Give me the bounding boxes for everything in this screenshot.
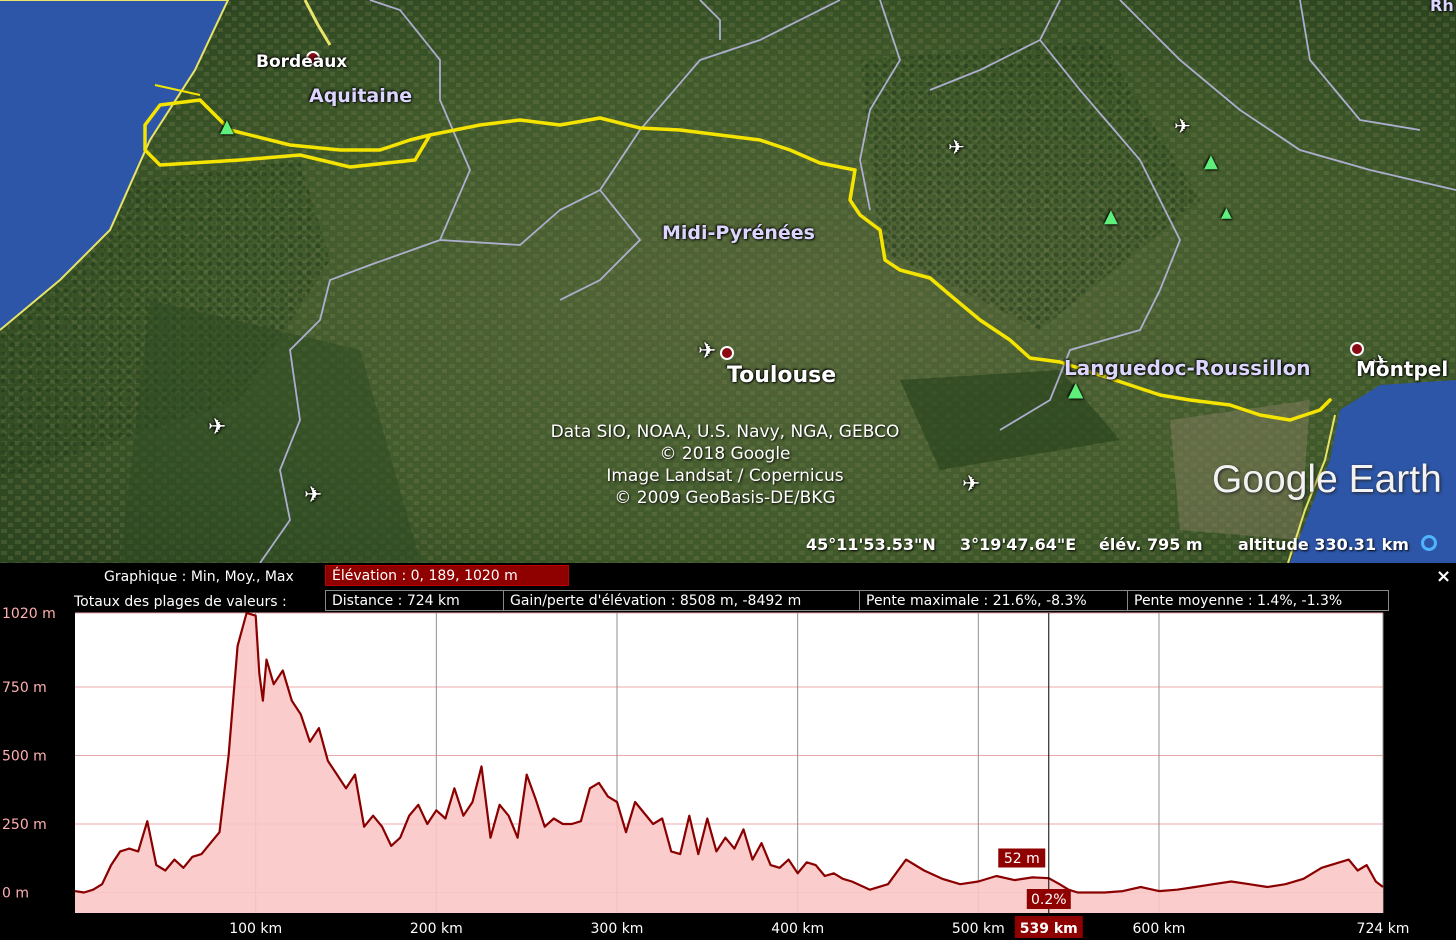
cursor-slope-label: 0.2%: [1031, 892, 1067, 908]
google-earth-logo: Google Earth: [1212, 458, 1442, 501]
label-corner[interactable]: Rh: [1430, 0, 1454, 15]
x-tick-label: 600 km: [1133, 921, 1186, 937]
cursor-elevation-label: 52 m: [1004, 851, 1040, 867]
x-tick-label: 400 km: [771, 921, 824, 937]
park-tree-icon[interactable]: ▲: [220, 116, 234, 137]
cursor-distance-label: 539 km: [1020, 921, 1078, 937]
park-tree-icon[interactable]: ▲: [1204, 151, 1218, 172]
x-tick-label: 500 km: [952, 921, 1005, 937]
label-languedoc-roussillon[interactable]: Languedoc-Roussillon: [1064, 356, 1311, 380]
status-latitude: 45°11'53.53"N: [806, 535, 936, 554]
city-dot-icon: [1350, 342, 1364, 356]
credit-line: © 2018 Google: [659, 444, 791, 464]
label-midi-pyrenees[interactable]: Midi-Pyrénées: [662, 222, 815, 244]
airport-icon[interactable]: ✈: [208, 415, 226, 440]
park-tree-icon[interactable]: ▲: [1221, 205, 1232, 221]
map-view[interactable]: ✈ ✈ ✈ ✈ ✈ ✈ ✈ ▲ ▲ ▲ ▲ ▲ Bordeaux Aquitai…: [0, 0, 1456, 563]
credit-line: © 2009 GeoBasis-DE/BKG: [614, 488, 836, 508]
airport-icon[interactable]: ✈: [1174, 114, 1191, 138]
label-aquitaine[interactable]: Aquitaine: [309, 85, 412, 107]
airport-icon[interactable]: ✈: [948, 135, 965, 159]
elevation-profile-panel: Graphique : Min, Moy., Max Élévation : 0…: [0, 563, 1456, 940]
y-tick-label: 250 m: [2, 817, 47, 833]
label-bordeaux[interactable]: Bordeaux: [256, 52, 347, 72]
credit-line: Data SIO, NOAA, U.S. Navy, NGA, GEBCO: [550, 422, 900, 442]
y-tick-label: 750 m: [2, 680, 47, 696]
airport-icon[interactable]: ✈: [698, 339, 716, 364]
label-toulouse[interactable]: Toulouse: [727, 363, 836, 388]
airport-icon[interactable]: ✈: [962, 472, 980, 497]
status-longitude: 3°19'47.64"E: [960, 535, 1077, 554]
y-tick-label: 0 m: [2, 885, 29, 901]
park-tree-icon[interactable]: ▲: [1104, 206, 1118, 227]
elevation-chart[interactable]: 0 m 250 m 500 m 750 m 1020 m 100 km 200 km 300 …: [0, 563, 1456, 940]
airport-icon[interactable]: ✈: [304, 483, 322, 508]
credit-line: Image Landsat / Copernicus: [606, 466, 844, 486]
x-tick-label: 300 km: [591, 921, 644, 937]
status-elevation: élév. 795 m: [1099, 535, 1203, 554]
x-tick-label: 100 km: [229, 921, 282, 937]
y-tick-label: 500 m: [2, 748, 47, 764]
imagery-credits: Data SIO, NOAA, U.S. Navy, NGA, GEBCO © …: [510, 421, 940, 509]
y-tick-label: 1020 m: [2, 606, 56, 622]
x-tick-label: 724 km: [1357, 921, 1410, 937]
loading-ring-icon: [1421, 535, 1437, 551]
park-tree-icon[interactable]: ▲: [1068, 377, 1083, 401]
status-altitude: altitude 330.31 km: [1238, 535, 1409, 554]
label-montpellier[interactable]: Montpel: [1356, 357, 1448, 381]
x-tick-label: 200 km: [410, 921, 463, 937]
city-dot-icon: [720, 346, 734, 360]
